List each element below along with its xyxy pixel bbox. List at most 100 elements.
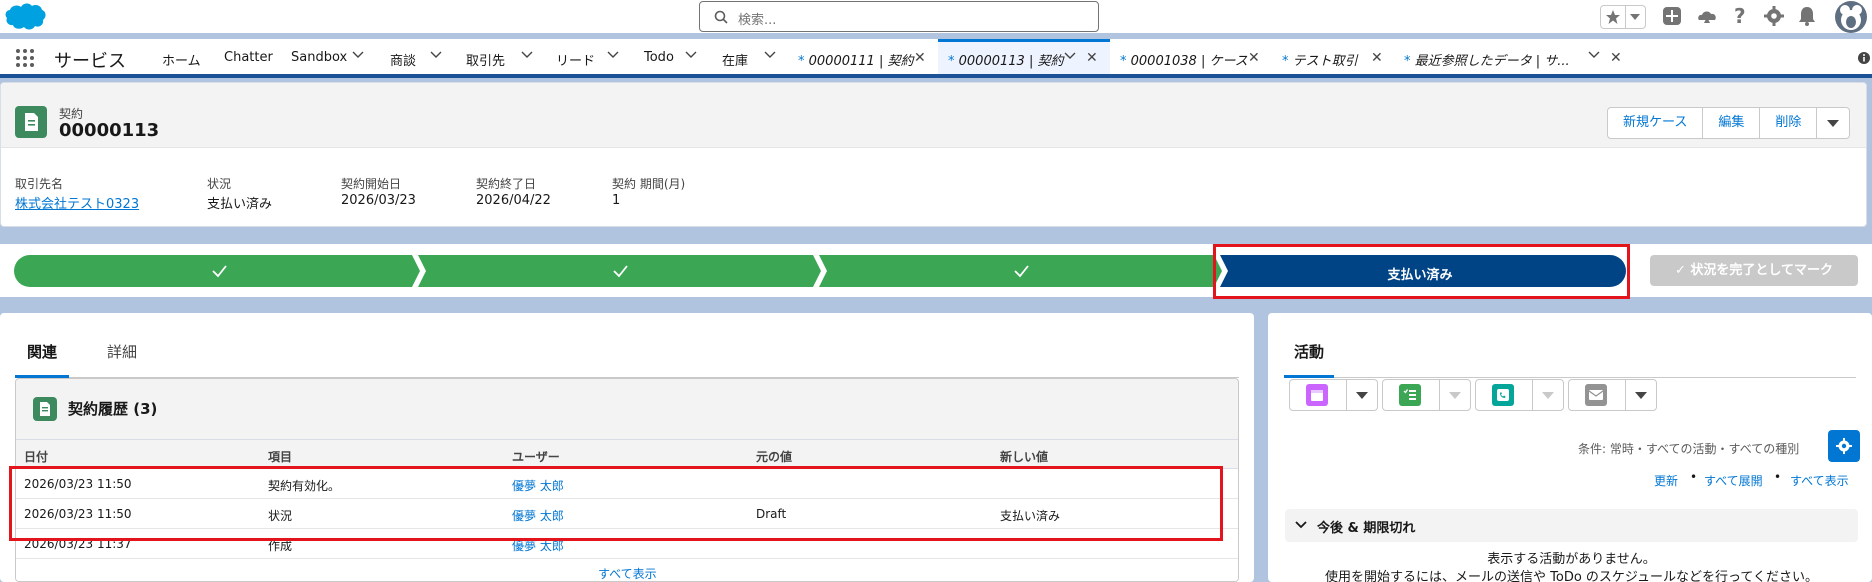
chevron-down-icon[interactable]	[352, 51, 364, 59]
view-all-link[interactable]: すべて表示	[598, 565, 657, 581]
close-tab-icon[interactable]: ✕	[1248, 50, 1260, 66]
new-event-button[interactable]	[1289, 379, 1378, 411]
log-call-button[interactable]	[1475, 379, 1564, 411]
notifications-bell-icon[interactable]	[1798, 6, 1816, 26]
caret-down-icon[interactable]	[1356, 392, 1368, 399]
help-icon[interactable]: ?	[1732, 5, 1748, 27]
calendar-icon	[1306, 384, 1328, 406]
search-icon	[714, 10, 728, 24]
activity-settings-button[interactable]	[1828, 430, 1860, 462]
setup-gear-icon[interactable]	[1764, 6, 1784, 26]
path-step-1[interactable]	[14, 255, 420, 287]
tab-activity[interactable]: 活動	[1284, 341, 1335, 378]
chevron-down-icon[interactable]	[764, 51, 776, 59]
chevron-down-icon[interactable]	[430, 51, 442, 59]
related-panel: 関連 詳細 契約履歴 (3) 日付 項目 ユーザー 元の値 新しい値 2026/…	[0, 313, 1254, 582]
chevron-down-icon	[1295, 521, 1307, 529]
app-launcher-icon[interactable]	[15, 48, 35, 68]
tab-contract-00000111[interactable]: * 00000111 | 契約 ✕	[790, 39, 940, 74]
tab-related[interactable]: 関連	[15, 341, 70, 378]
unsaved-mark: *	[798, 54, 805, 69]
related-tabs: 関連 詳細	[15, 331, 1239, 378]
nav-item-label: リード	[556, 54, 596, 69]
unsaved-mark: *	[1282, 54, 1289, 69]
tab-contract-00000113[interactable]: * 00000113 | 契約 ✕	[938, 39, 1110, 74]
tab-label: テスト取引	[1292, 54, 1358, 69]
tab-label: 00000113 | 契約	[958, 54, 1064, 69]
caret-down-icon[interactable]	[1449, 392, 1461, 399]
record-header	[0, 82, 1867, 227]
edit-button[interactable]: 編集	[1703, 108, 1761, 138]
favorites-chevron-down-icon[interactable]	[1630, 14, 1640, 20]
column-header-old-value: 元の値	[756, 450, 793, 464]
record-title: 00000113	[59, 120, 160, 141]
refresh-link[interactable]: 更新	[1654, 472, 1678, 489]
column-header-new-value: 新しい値	[1000, 450, 1049, 464]
info-icon[interactable]	[1858, 52, 1870, 64]
caret-down-icon[interactable]	[1542, 392, 1554, 399]
nav-item-todo[interactable]: Todo	[644, 39, 706, 74]
more-actions-button[interactable]	[1817, 108, 1849, 138]
tab-label: 00000111 | 契約	[808, 54, 914, 69]
tab-recently-viewed[interactable]: * 最近参照したデータ | サ... ✕	[1396, 39, 1630, 74]
delete-button[interactable]: 削除	[1760, 108, 1818, 138]
tab-test-deal[interactable]: * テスト取引 ✕	[1274, 39, 1392, 74]
close-tab-icon[interactable]: ✕	[1086, 50, 1098, 66]
salesforce-logo[interactable]	[4, 2, 46, 32]
expand-all-link[interactable]: すべて展開	[1704, 472, 1763, 489]
contract-history-icon	[33, 397, 57, 421]
mark-complete-label: 状況を完了としてマーク	[1690, 263, 1834, 278]
new-case-button[interactable]: 新規ケース	[1608, 108, 1704, 138]
highlight-history-rows	[9, 466, 1223, 541]
path-step-3[interactable]	[819, 255, 1222, 287]
chevron-down-icon[interactable]	[1064, 52, 1076, 60]
caret-down-icon[interactable]	[1635, 392, 1647, 399]
nav-item-label: 在庫	[722, 54, 749, 69]
global-add-icon[interactable]	[1662, 6, 1682, 26]
caret-down-icon	[1827, 120, 1840, 127]
record-actions: 新規ケース 編集 削除	[1607, 107, 1851, 139]
global-search-input[interactable]: 検索...	[699, 1, 1099, 32]
checkmark-icon: ✓	[1674, 263, 1691, 278]
tab-details[interactable]: 詳細	[107, 341, 137, 362]
contract-document-icon	[25, 113, 38, 131]
nav-item-opportunities[interactable]: 商談	[390, 39, 446, 74]
separator-dot: •	[1774, 470, 1782, 484]
unsaved-mark: *	[948, 54, 955, 69]
new-task-button[interactable]	[1382, 379, 1471, 411]
send-email-button[interactable]	[1568, 379, 1657, 411]
record-header-top	[1, 83, 1866, 148]
nav-item-home[interactable]: ホーム	[162, 39, 208, 74]
user-avatar[interactable]	[1835, 1, 1867, 33]
field-value-end-date: 2026/04/22	[476, 193, 551, 208]
mark-status-complete-button[interactable]: ✓ 状況を完了としてマーク	[1650, 255, 1858, 286]
tab-case-00001038[interactable]: * 00001038 | ケース ✕	[1112, 39, 1264, 74]
upcoming-overdue-label: 今後 & 期限切れ	[1317, 521, 1416, 536]
close-tab-icon[interactable]: ✕	[1610, 50, 1622, 66]
table-header: 日付 項目 ユーザー 元の値 新しい値	[16, 439, 1238, 469]
chevron-down-icon[interactable]	[607, 51, 619, 59]
upcoming-overdue-section[interactable]: 今後 & 期限切れ	[1285, 509, 1858, 542]
chevron-down-icon[interactable]	[521, 51, 533, 59]
favorites-button-group[interactable]	[1600, 5, 1646, 29]
nav-item-chatter[interactable]: Chatter	[224, 39, 284, 74]
close-tab-icon[interactable]: ✕	[914, 50, 926, 66]
close-tab-icon[interactable]: ✕	[1371, 50, 1383, 66]
nav-item-sandbox[interactable]: Sandbox	[291, 39, 371, 74]
search-placeholder: 検索...	[738, 13, 777, 28]
nav-item-inventory[interactable]: 在庫	[722, 39, 780, 74]
nav-item-leads[interactable]: リード	[556, 39, 622, 74]
global-header: 検索... ?	[0, 0, 1872, 33]
star-icon[interactable]	[1605, 9, 1621, 25]
card-title[interactable]: 契約履歴 (3)	[68, 398, 157, 419]
chevron-down-icon[interactable]	[685, 51, 697, 59]
trailhead-icon[interactable]	[1696, 6, 1718, 26]
chevron-down-icon[interactable]	[1588, 51, 1600, 59]
no-activities-message: 表示する活動がありません。	[1487, 552, 1656, 567]
path-step-2[interactable]	[418, 255, 821, 287]
account-link[interactable]: 株式会社テスト0323	[15, 193, 139, 212]
navigation-bar: サービス ホーム Chatter Sandbox 商談 取引先 リード Todo…	[0, 39, 1872, 78]
nav-item-accounts[interactable]: 取引先	[466, 39, 538, 74]
field-label-start-date: 契約開始日	[341, 177, 402, 191]
show-all-link[interactable]: すべて表示	[1790, 472, 1849, 489]
